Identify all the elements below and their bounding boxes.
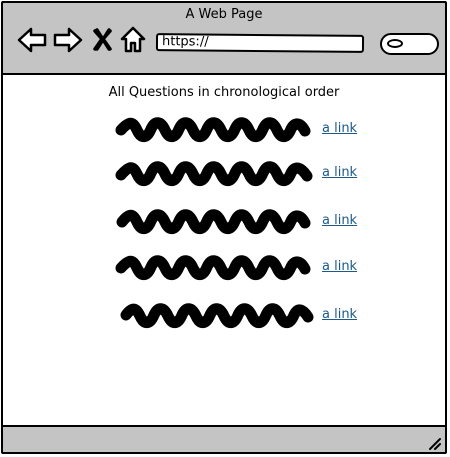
resize-grip-icon[interactable] (427, 435, 441, 450)
browser-toolbar: A Web Page https:// (3, 3, 445, 75)
search-input[interactable] (380, 33, 439, 55)
question-link[interactable]: a link (322, 121, 357, 136)
list-item: a link (115, 161, 365, 187)
page-title: A Web Page (185, 7, 263, 22)
redacted-text-scribble (116, 209, 311, 235)
list-item: a link (115, 303, 365, 329)
redacted-text-scribble (120, 303, 314, 329)
home-icon[interactable] (119, 25, 149, 55)
list-item: a link (115, 255, 365, 281)
redacted-text-scribble (115, 117, 311, 143)
list-item: a link (115, 209, 365, 235)
redacted-text-scribble (115, 255, 311, 281)
arrow-right-icon[interactable] (53, 25, 83, 55)
content-heading: All Questions in chronological order (108, 85, 340, 100)
redacted-text-scribble (115, 161, 313, 187)
url-input[interactable]: https:// (155, 33, 365, 53)
question-link[interactable]: a link (322, 259, 357, 274)
question-link[interactable]: a link (322, 213, 357, 228)
arrow-left-icon[interactable] (17, 25, 47, 55)
search-icon (387, 39, 403, 48)
question-link[interactable]: a link (322, 165, 357, 180)
browser-window: A Web Page https:// All Questions in chr… (1, 1, 447, 454)
page-content: All Questions in chronological order a l… (3, 75, 445, 429)
close-icon[interactable] (92, 25, 122, 55)
status-bar (3, 425, 445, 452)
question-link[interactable]: a link (322, 307, 357, 322)
list-item: a link (115, 117, 365, 143)
